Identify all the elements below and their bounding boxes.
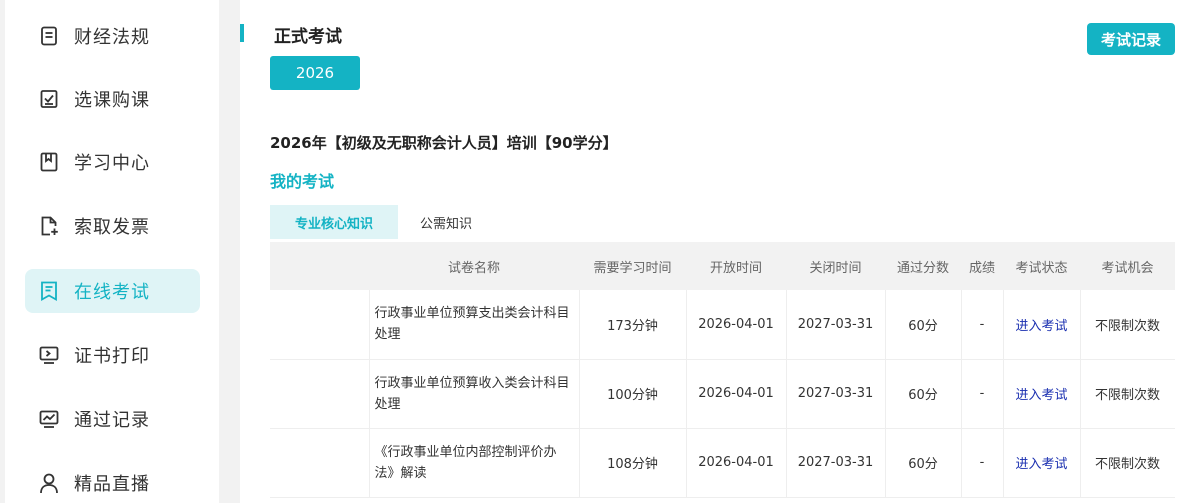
- exam-record-button[interactable]: 考试记录: [1087, 23, 1175, 55]
- table-header: [270, 242, 369, 290]
- exam-table: 试卷名称 需要学习时间 开放时间 关闭时间 通过分数 成绩 考试状态 考试机会 …: [270, 242, 1175, 503]
- document-icon: [38, 25, 60, 47]
- score: -: [961, 428, 1004, 498]
- exam-chance: 不限制次数: [1080, 428, 1175, 498]
- table-cell-blank: [270, 359, 370, 429]
- exam-name: 行政事业单位预算支出类会计科目处理: [369, 290, 580, 360]
- sidebar-item-label: 精品直播: [74, 474, 150, 495]
- score: -: [961, 359, 1004, 429]
- sidebar-item-pass-record[interactable]: 通过记录: [25, 397, 200, 441]
- exam-name: 《行政事业单位内部控制评价办法》解读: [369, 428, 580, 498]
- my-exam-heading: 我的考试: [270, 172, 335, 191]
- sidebar-item-online-exam[interactable]: 在线考试: [25, 269, 200, 313]
- sidebar-item-label: 证书打印: [74, 346, 150, 367]
- certificate-icon: [38, 344, 60, 366]
- sidebar-item-label: 在线考试: [74, 282, 150, 303]
- exam-chance: 不限制次数: [1080, 290, 1175, 360]
- table-header: 考试状态: [1003, 242, 1080, 290]
- title-accent-bar: [240, 24, 244, 42]
- year-button[interactable]: 2026: [270, 56, 360, 90]
- tab-public-knowledge[interactable]: 公需知识: [396, 205, 496, 239]
- table-header: 关闭时间: [786, 242, 885, 290]
- bookmark-icon: [38, 151, 60, 173]
- sidebar-item-label: 学习中心: [74, 153, 150, 174]
- study-time: 108分钟: [579, 428, 687, 498]
- sidebar-item-study-center[interactable]: 学习中心: [25, 140, 200, 184]
- pass-score: 60分: [885, 428, 962, 498]
- open-date: 2026-04-01: [686, 428, 787, 498]
- sidebar-item-invoice[interactable]: 索取发票: [25, 204, 200, 248]
- checkbox-icon: [38, 88, 60, 110]
- exam-icon: [38, 280, 60, 302]
- enter-exam-link[interactable]: 进入考试: [1003, 359, 1081, 429]
- main-panel: 正式考试 考试记录 2026 2026年【初级及无职称会计人员】培训【90学分】…: [240, 0, 1202, 503]
- pass-score: 60分: [885, 359, 962, 429]
- table-header: 需要学习时间: [579, 242, 686, 290]
- sidebar-item-live[interactable]: 精品直播: [25, 461, 200, 503]
- file-add-icon: [38, 215, 60, 237]
- enter-exam-link[interactable]: 进入考试: [1003, 428, 1081, 498]
- page-title: 正式考试: [274, 27, 342, 47]
- table-header: 考试机会: [1080, 242, 1175, 290]
- table-row: 《行政事业单位内部控制评价办法》解读 108分钟 2026-04-01 2027…: [270, 428, 1175, 498]
- chart-icon: [38, 408, 60, 430]
- sidebar-item-finance-law[interactable]: 财经法规: [25, 14, 200, 58]
- table-header: 成绩: [961, 242, 1003, 290]
- study-time: 173分钟: [579, 290, 687, 360]
- sidebar-item-label: 索取发票: [74, 217, 150, 238]
- pass-score: 60分: [885, 290, 962, 360]
- table-row: 行政事业单位预算支出类会计科目处理 173分钟 2026-04-01 2027-…: [270, 290, 1175, 360]
- sidebar-item-label: 通过记录: [74, 410, 150, 431]
- exam-chance: 不限制次数: [1080, 359, 1175, 429]
- close-date: 2027-03-31: [786, 428, 886, 498]
- table-header: 开放时间: [686, 242, 786, 290]
- exam-name: 行政事业单位预算收入类会计科目处理: [369, 359, 580, 429]
- sidebar-item-label: 选课购课: [74, 90, 150, 111]
- sidebar-item-certificate-print[interactable]: 证书打印: [25, 333, 200, 377]
- open-date: 2026-04-01: [686, 290, 787, 360]
- table-header: 通过分数: [885, 242, 961, 290]
- table-row: 行政事业单位预算收入类会计科目处理 100分钟 2026-04-01 2027-…: [270, 359, 1175, 429]
- tab-core-knowledge[interactable]: 专业核心知识: [270, 205, 398, 239]
- sidebar-item-label: 财经法规: [74, 27, 150, 48]
- table-header-row: 试卷名称 需要学习时间 开放时间 关闭时间 通过分数 成绩 考试状态 考试机会: [270, 242, 1175, 290]
- table-cell-blank: [270, 428, 370, 498]
- close-date: 2027-03-31: [786, 359, 886, 429]
- open-date: 2026-04-01: [686, 359, 787, 429]
- course-title: 2026年【初级及无职称会计人员】培训【90学分】: [270, 134, 618, 152]
- sidebar: 财经法规 选课购课 学习中心 索取发票 在线考试 证书打印 通过记录 精品直播: [5, 0, 219, 503]
- close-date: 2027-03-31: [786, 290, 886, 360]
- score: -: [961, 290, 1004, 360]
- enter-exam-link[interactable]: 进入考试: [1003, 290, 1081, 360]
- study-time: 100分钟: [579, 359, 687, 429]
- table-cell-blank: [270, 290, 370, 360]
- sidebar-item-course-purchase[interactable]: 选课购课: [25, 77, 200, 121]
- table-header: 试卷名称: [369, 242, 579, 290]
- user-icon: [38, 472, 60, 494]
